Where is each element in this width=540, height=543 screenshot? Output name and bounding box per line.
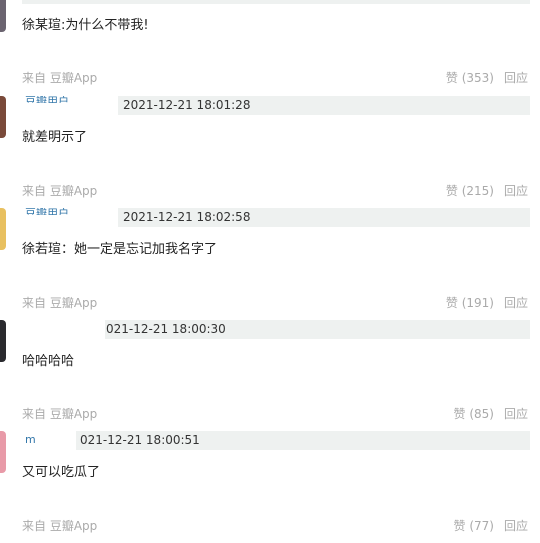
like-button[interactable]: 赞 (215)	[446, 184, 494, 198]
comment-time: 021-12-21 18:00:30	[106, 322, 226, 336]
comment-item: 豆瓣用户 2021-12-21 18:01:28 就差明示了 来自 豆瓣App …	[0, 96, 540, 208]
comment-meta-bar: 豆瓣用户 2021-12-21 18:02:58	[22, 208, 530, 227]
avatar[interactable]	[0, 320, 6, 362]
user-name[interactable]: 豆瓣用户	[25, 208, 69, 215]
reply-button[interactable]: 回应	[504, 296, 528, 310]
comment-actions: 赞 (77) 回应	[454, 518, 528, 534]
comment-time: 2021-12-21 18:02:58	[123, 210, 251, 224]
comment-actions: 赞 (191) 回应	[446, 295, 528, 311]
like-button[interactable]: 赞 (353)	[446, 71, 494, 85]
comment-item: 021-12-21 18:00:30 哈哈哈哈 来自 豆瓣App 赞 (85) 回…	[0, 320, 540, 432]
reply-button[interactable]: 回应	[504, 184, 528, 198]
comment-text: 徐某瑄:为什么不带我!	[22, 18, 149, 33]
comment-source: 来自 豆瓣App	[22, 71, 98, 85]
like-button[interactable]: 赞 (77)	[454, 519, 494, 533]
avatar[interactable]	[0, 0, 6, 32]
comment-text: 哈哈哈哈	[22, 354, 75, 369]
user-name[interactable]: m	[25, 434, 36, 446]
user-chip[interactable]	[22, 320, 105, 339]
comment-item: m 021-12-21 18:00:51 又可以吃瓜了 来自 豆瓣App 赞 (…	[0, 431, 540, 543]
reply-button[interactable]: 回应	[504, 519, 528, 533]
comment-time: 021-12-21 18:00:51	[80, 433, 200, 447]
comment-source: 来自 豆瓣App	[22, 407, 98, 421]
comment-meta-bar: 豆瓣用户 2021-12-21 18:01:28	[22, 96, 530, 115]
avatar[interactable]	[0, 208, 6, 250]
comment-actions: 赞 (215) 回应	[446, 183, 528, 199]
like-button[interactable]: 赞 (191)	[446, 296, 494, 310]
comment-footer: 来自 豆瓣App 赞 (77) 回应	[22, 518, 528, 534]
comment-item: 徐某瑄:为什么不带我! 来自 豆瓣App 赞 (353) 回应	[0, 0, 540, 108]
comment-source: 来自 豆瓣App	[22, 296, 98, 310]
comment-actions: 赞 (85) 回应	[454, 406, 528, 422]
comment-footer: 来自 豆瓣App 赞 (85) 回应	[22, 406, 528, 422]
comment-meta-bar: 021-12-21 18:00:30	[22, 320, 530, 339]
comment-meta-bar: m 021-12-21 18:00:51	[22, 431, 530, 450]
comment-footer: 来自 豆瓣App 赞 (353) 回应	[22, 70, 528, 86]
like-button[interactable]: 赞 (85)	[454, 407, 494, 421]
user-chip[interactable]: 豆瓣用户	[22, 208, 118, 227]
user-chip[interactable]: 豆瓣用户	[22, 96, 118, 115]
comment-time: 2021-12-21 18:01:28	[123, 98, 251, 112]
comment-text: 就差明示了	[22, 130, 88, 145]
user-name[interactable]: 豆瓣用户	[25, 96, 69, 103]
comment-source: 来自 豆瓣App	[22, 519, 98, 533]
reply-button[interactable]: 回应	[504, 407, 528, 421]
comment-footer: 来自 豆瓣App 赞 (215) 回应	[22, 183, 528, 199]
reply-button[interactable]: 回应	[504, 71, 528, 85]
comment-footer: 来自 豆瓣App 赞 (191) 回应	[22, 295, 528, 311]
comment-text: 徐若瑄：她一定是忘记加我名字了	[22, 242, 218, 257]
avatar[interactable]	[0, 96, 6, 138]
comment-text: 又可以吃瓜了	[22, 465, 101, 480]
comment-actions: 赞 (353) 回应	[446, 70, 528, 86]
user-chip[interactable]: m	[22, 431, 76, 450]
comment-item: 豆瓣用户 2021-12-21 18:02:58 徐若瑄：她一定是忘记加我名字了…	[0, 208, 540, 320]
avatar[interactable]	[0, 431, 6, 473]
comment-source: 来自 豆瓣App	[22, 184, 98, 198]
